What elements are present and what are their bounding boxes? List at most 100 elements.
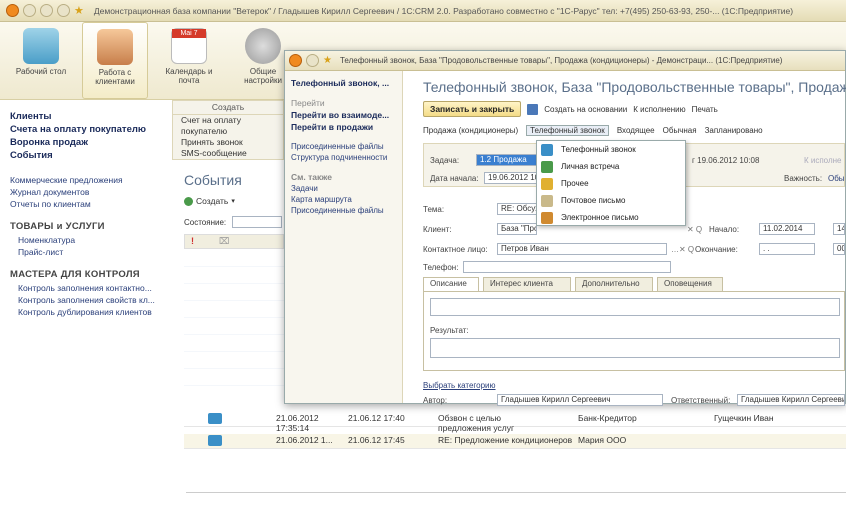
- phone-icon: [541, 143, 553, 156]
- print-button[interactable]: Печать: [692, 105, 718, 114]
- menu-item-label: Прочее: [561, 179, 589, 188]
- author-label: Автор:: [423, 396, 448, 405]
- tab-notifications[interactable]: Оповещения: [657, 277, 723, 291]
- begin-time-field[interactable]: 14: [833, 223, 845, 235]
- create-call-link[interactable]: Принять звонок: [173, 137, 283, 148]
- end-date-field[interactable]: . .: [759, 243, 815, 255]
- state-label: Состояние:: [184, 218, 227, 227]
- tab-description[interactable]: Описание: [423, 277, 479, 291]
- nav-control-contacts[interactable]: Контроль заполнения контактно...: [10, 282, 170, 294]
- menu-item-email[interactable]: Электронное письмо: [537, 209, 685, 226]
- event-dialog: ★ Телефонный звонок, База "Продовольстве…: [284, 50, 846, 406]
- history-icon[interactable]: [57, 4, 70, 17]
- client-label: Клиент:: [423, 225, 452, 234]
- description-textarea[interactable]: [430, 298, 840, 316]
- favorites-star-icon[interactable]: ★: [74, 4, 84, 17]
- event-client: Мария ООО: [578, 435, 627, 445]
- events-rows-hidden: [184, 250, 284, 390]
- menu-item-label: Электронное письмо: [561, 213, 639, 222]
- to-execute-button[interactable]: К исполнению: [633, 105, 685, 114]
- forward-icon[interactable]: [40, 4, 53, 17]
- section-calendar[interactable]: Mai 7 Календарь и почта: [156, 22, 222, 99]
- save-icon[interactable]: [527, 103, 539, 115]
- menu-item-label: Почтовое письмо: [561, 196, 626, 205]
- events-create-button[interactable]: Создать ▾: [184, 196, 235, 206]
- nav-control-duplicates[interactable]: Контроль дублирования клиентов: [10, 306, 170, 318]
- nav-commercial-offers[interactable]: Коммерческие предложения: [10, 174, 170, 186]
- contact-label: Контактное лицо:: [423, 245, 488, 254]
- subordination-link[interactable]: Структура подчиненности: [291, 152, 396, 163]
- create-invoice-link[interactable]: Счет на оплату покупателю: [173, 115, 283, 137]
- dialog-favorites-icon[interactable]: ★: [323, 55, 332, 66]
- menu-item-other[interactable]: Прочее: [537, 175, 685, 192]
- contact-actions-icon[interactable]: …✕ Q: [671, 245, 694, 254]
- section-label: Рабочий стол: [15, 67, 67, 76]
- back-icon[interactable]: [23, 4, 36, 17]
- see-also-heading: См. также: [291, 172, 332, 182]
- result-textarea[interactable]: [430, 338, 840, 358]
- section-desktop[interactable]: Рабочий стол: [8, 22, 74, 99]
- event-date2: 21.06.12 17:40: [348, 413, 405, 423]
- normal-dropdown[interactable]: Обычная: [663, 126, 697, 135]
- type-dropdown[interactable]: Телефонный звонок: [526, 125, 609, 136]
- meeting-icon: [541, 160, 553, 173]
- event-date: 21.06.2012 17:35:14: [276, 413, 319, 433]
- table-row[interactable]: 21.06.2012 17:35:14 21.06.12 17:40 Обзво…: [184, 412, 846, 433]
- gears-icon: [245, 28, 281, 64]
- nav-control-properties[interactable]: Контроль заполнения свойств кл...: [10, 294, 170, 306]
- create-sms-link[interactable]: SMS-сообщение: [173, 148, 283, 159]
- table-row[interactable]: 21.06.2012 1... 21.06.12 17:45 RE: Предл…: [184, 434, 846, 449]
- dialog-menu-icon[interactable]: [289, 54, 302, 67]
- dialog-toolbar: Записать и закрыть Создать на основании …: [423, 101, 718, 117]
- goto-sales-link[interactable]: Перейти в продажи: [291, 121, 396, 133]
- menu-item-letter[interactable]: Почтовое письмо: [537, 192, 685, 209]
- importance-value[interactable]: Обы: [828, 174, 845, 183]
- attachment-column-icon: ⌧: [219, 236, 230, 246]
- nav-control-heading: МАСТЕРА ДЛЯ КОНТРОЛЯ: [10, 269, 140, 280]
- nav-clients[interactable]: Клиенты: [10, 110, 170, 123]
- menu-item-phone-call[interactable]: Телефонный звонок: [537, 141, 685, 158]
- client-field[interactable]: База "Про: [497, 223, 537, 235]
- to-exec-link[interactable]: К исполне: [804, 156, 842, 165]
- attached-files-link[interactable]: Присоединенные файлы: [291, 141, 396, 152]
- calendar-icon: Mai 7: [171, 28, 207, 64]
- planned-dropdown[interactable]: Запланировано: [705, 126, 763, 135]
- event-author: Гущечкин Иван: [714, 413, 774, 423]
- choose-category-link[interactable]: Выбрать категорию: [423, 381, 496, 390]
- tab-client-interest[interactable]: Интерес клиента: [483, 277, 571, 291]
- author-field[interactable]: Гладышев Кирилл Сергеевич: [497, 394, 663, 406]
- route-map-link[interactable]: Карта маршрута: [291, 194, 396, 205]
- dialog-title: Телефонный звонок, База "Продовольственн…: [423, 79, 846, 95]
- app-menu-icon[interactable]: [6, 4, 19, 17]
- chevron-down-icon: ▾: [231, 198, 235, 205]
- nav-price-list[interactable]: Прайс-лист: [10, 246, 170, 258]
- importance-label: Важность:: [784, 174, 823, 183]
- dialog-back-icon[interactable]: [306, 54, 319, 67]
- section-clients[interactable]: Работа с клиентами: [82, 22, 148, 99]
- dialog-tabs: Описание Интерес клиента Дополнительно О…: [423, 277, 845, 291]
- goto-interaction-link[interactable]: Перейти во взаимоде...: [291, 109, 396, 121]
- nav-invoices[interactable]: Счета на оплату покупателю: [10, 123, 170, 136]
- client-clear-icon[interactable]: ✕ Q: [687, 225, 702, 234]
- contact-field[interactable]: Петров Иван: [497, 243, 667, 255]
- see-also-files-link[interactable]: Присоединенные файлы: [291, 205, 396, 216]
- dialog-current-item[interactable]: Телефонный звонок, ...: [291, 77, 396, 89]
- sale-dropdown[interactable]: Продажа (кондиционеры): [423, 126, 518, 135]
- nav-client-reports[interactable]: Отчеты по клиентам: [10, 198, 170, 210]
- tab-additional[interactable]: Дополнительно: [575, 277, 653, 291]
- begin-date-field[interactable]: 11.02.2014: [759, 223, 815, 235]
- responsible-field[interactable]: Гладышев Кирилл Сергееви: [737, 394, 845, 406]
- menu-item-meeting[interactable]: Личная встреча: [537, 158, 685, 175]
- state-filter-input[interactable]: [232, 216, 282, 228]
- nav-sales-funnel[interactable]: Воронка продаж: [10, 136, 170, 149]
- nav-documents-journal[interactable]: Журнал документов: [10, 186, 170, 198]
- tasks-link[interactable]: Задачи: [291, 183, 396, 194]
- create-basis-button[interactable]: Создать на основании: [544, 105, 627, 114]
- topic-field[interactable]: RE: Обсуж: [497, 203, 537, 215]
- nav-nomenclature[interactable]: Номенклатура: [10, 234, 170, 246]
- save-close-button[interactable]: Записать и закрыть: [423, 101, 522, 117]
- end-time-field[interactable]: 00: [833, 243, 845, 255]
- nav-events[interactable]: События: [10, 149, 170, 162]
- incoming-dropdown[interactable]: Входящее: [617, 126, 655, 135]
- phone-field[interactable]: [463, 261, 671, 273]
